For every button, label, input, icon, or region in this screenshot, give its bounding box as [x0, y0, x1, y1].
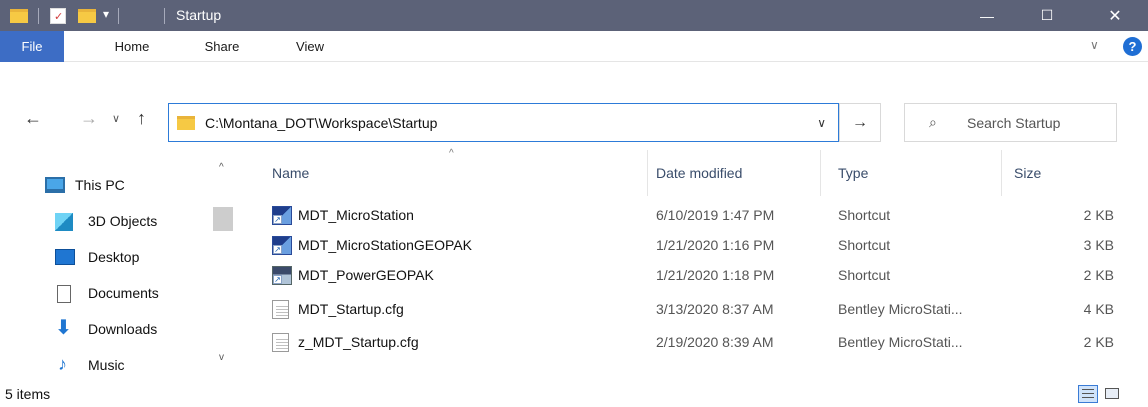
pc-icon: [45, 177, 65, 193]
microstation-shortcut-icon: ↗: [272, 206, 292, 225]
text-file-icon: [272, 333, 289, 352]
file-name: MDT_Startup.cfg: [298, 301, 404, 317]
up-arrow-icon[interactable]: ↑: [137, 108, 146, 129]
recent-locations-icon[interactable]: ∨: [112, 112, 120, 125]
file-date: 1/21/2020 1:16 PM: [656, 237, 775, 253]
sidebar-item-label: This PC: [75, 177, 125, 193]
microstation-shortcut-icon: ↗: [272, 236, 292, 255]
sidebar-item-label: Downloads: [88, 321, 158, 337]
3d-objects-icon: [55, 213, 73, 231]
sidebar-item-3d-objects[interactable]: 3D Objects: [0, 206, 210, 236]
sidebar-scrollbar[interactable]: [211, 150, 235, 380]
address-folder-icon: [177, 116, 195, 130]
sidebar-item-label: Music: [88, 357, 125, 373]
back-arrow-icon[interactable]: ←: [24, 108, 42, 129]
forward-arrow-icon[interactable]: →: [80, 108, 98, 129]
details-view-icon[interactable]: [1078, 385, 1098, 403]
downloads-icon: ⬇: [55, 317, 72, 339]
help-icon[interactable]: ?: [1123, 37, 1142, 56]
go-button[interactable]: →: [839, 103, 881, 142]
new-folder-icon[interactable]: [78, 9, 96, 23]
table-row[interactable]: ↗ MDT_MicroStationGEOPAK 1/21/2020 1:16 …: [262, 234, 1124, 258]
file-size: 2 KB: [1083, 267, 1114, 283]
table-row[interactable]: MDT_Startup.cfg 3/13/2020 8:37 AM Bentle…: [262, 298, 1124, 322]
search-icon: ⌕: [929, 114, 937, 130]
sidebar-item-this-pc[interactable]: This PC: [0, 170, 210, 200]
column-header-type[interactable]: Type: [821, 150, 1001, 196]
address-path[interactable]: C:\Montana_DOT\Workspace\Startup: [205, 115, 437, 131]
powergeopak-shortcut-icon: ↗: [272, 266, 292, 285]
file-type: Shortcut: [838, 237, 891, 253]
text-file-icon: [272, 300, 289, 319]
window-title: Startup: [176, 7, 222, 23]
tab-home[interactable]: Home: [104, 31, 160, 62]
minimize-button[interactable]: —: [964, 0, 1010, 31]
file-date: 2/19/2020 8:39 AM: [656, 334, 774, 350]
sidebar-item-label: Desktop: [88, 249, 140, 265]
music-icon: ♪: [58, 354, 67, 374]
sidebar-item-music[interactable]: ♪ Music: [0, 350, 210, 380]
sidebar-item-documents[interactable]: Documents: [0, 278, 210, 308]
address-dropdown-icon[interactable]: ∨: [817, 116, 826, 130]
file-type: Bentley MicroStati...: [838, 301, 963, 317]
file-type: Bentley MicroStati...: [838, 334, 963, 350]
file-size: 3 KB: [1083, 237, 1114, 253]
scrollbar-thumb[interactable]: [213, 207, 233, 231]
scroll-up-icon[interactable]: ^: [219, 162, 224, 173]
sidebar-item-desktop[interactable]: Desktop: [0, 242, 210, 272]
file-date: 3/13/2020 8:37 AM: [656, 301, 774, 317]
search-placeholder: Search Startup: [967, 115, 1061, 131]
qat-dropdown-icon[interactable]: ▾: [103, 7, 109, 21]
ribbon-tabs: File Home Share View ∨ ?: [0, 31, 1148, 62]
tab-view[interactable]: View: [282, 31, 338, 62]
table-row[interactable]: ↗ MDT_PowerGEOPAK 1/21/2020 1:18 PM Shor…: [262, 264, 1124, 288]
desktop-icon: [55, 249, 75, 265]
properties-icon[interactable]: ✓: [50, 8, 66, 24]
title-bar: ✓ ▾ Startup — ☐ ✕: [0, 0, 1148, 31]
table-row[interactable]: ↗ MDT_MicroStation 6/10/2019 1:47 PM Sho…: [262, 204, 1124, 228]
tab-share[interactable]: Share: [194, 31, 250, 62]
file-date: 6/10/2019 1:47 PM: [656, 207, 775, 223]
status-bar: 5 items: [0, 380, 1148, 407]
file-size: 2 KB: [1083, 207, 1114, 223]
documents-icon: [57, 285, 71, 303]
qat-separator: [118, 8, 119, 24]
scroll-down-icon[interactable]: v: [219, 352, 224, 363]
file-size: 4 KB: [1083, 301, 1114, 317]
expand-ribbon-icon[interactable]: ∨: [1090, 38, 1099, 52]
file-size: 2 KB: [1083, 334, 1114, 350]
file-name: MDT_PowerGEOPAK: [298, 267, 434, 283]
column-header-size[interactable]: Size: [1002, 150, 1124, 196]
maximize-button[interactable]: ☐: [1024, 0, 1070, 31]
file-date: 1/21/2020 1:18 PM: [656, 267, 775, 283]
item-count: 5 items: [5, 386, 51, 402]
sidebar-item-label: 3D Objects: [88, 213, 158, 229]
search-input[interactable]: ⌕ Search Startup: [904, 103, 1117, 142]
address-bar[interactable]: C:\Montana_DOT\Workspace\Startup ∨: [168, 103, 839, 142]
folder-icon[interactable]: [10, 9, 28, 23]
large-icons-view-icon[interactable]: [1102, 385, 1122, 403]
file-name: MDT_MicroStation: [298, 207, 414, 223]
sidebar-item-label: Documents: [88, 285, 159, 301]
title-separator: [164, 8, 165, 24]
table-row[interactable]: z_MDT_Startup.cfg 2/19/2020 8:39 AM Bent…: [262, 331, 1124, 355]
file-name: MDT_MicroStationGEOPAK: [298, 237, 473, 253]
column-header-name[interactable]: Name: [262, 150, 648, 196]
file-type: Shortcut: [838, 207, 891, 223]
tab-file[interactable]: File: [0, 31, 64, 62]
file-type: Shortcut: [838, 267, 891, 283]
qat-separator: [38, 8, 39, 24]
file-name: z_MDT_Startup.cfg: [298, 334, 419, 350]
column-header-date[interactable]: Date modified: [648, 150, 820, 196]
sidebar-item-downloads[interactable]: ⬇ Downloads: [0, 314, 210, 344]
close-button[interactable]: ✕: [1092, 0, 1138, 31]
